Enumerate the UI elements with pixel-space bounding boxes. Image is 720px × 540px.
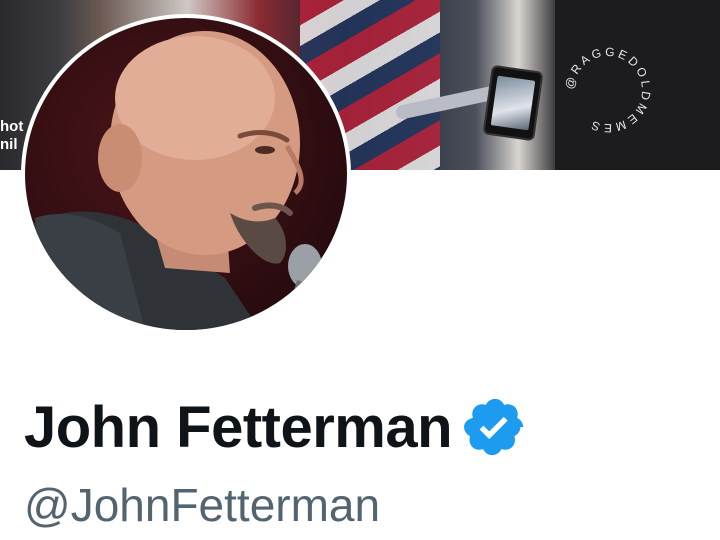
profile-name-row: John Fetterman (24, 392, 528, 462)
banner-overlay-text: hot nil (0, 118, 23, 154)
banner-overlay-line-1: hot (0, 118, 24, 135)
banner-overlay-line-2: nil (0, 136, 18, 153)
profile-display-name: John Fetterman (24, 394, 453, 460)
banner-phone (482, 64, 544, 142)
profile-handle: @JohnFetterman (24, 479, 381, 531)
avatar-photo (25, 31, 322, 330)
svg-text:@RAGGEDOLDMEMES: @RAGGEDOLDMEMES (562, 45, 653, 136)
verified-badge-icon[interactable] (462, 394, 528, 460)
profile-avatar[interactable] (21, 14, 351, 334)
watermark-text: @RAGGEDOLDMEMES (562, 45, 650, 136)
watermark-logo: @RAGGEDOLDMEMES (562, 45, 653, 136)
